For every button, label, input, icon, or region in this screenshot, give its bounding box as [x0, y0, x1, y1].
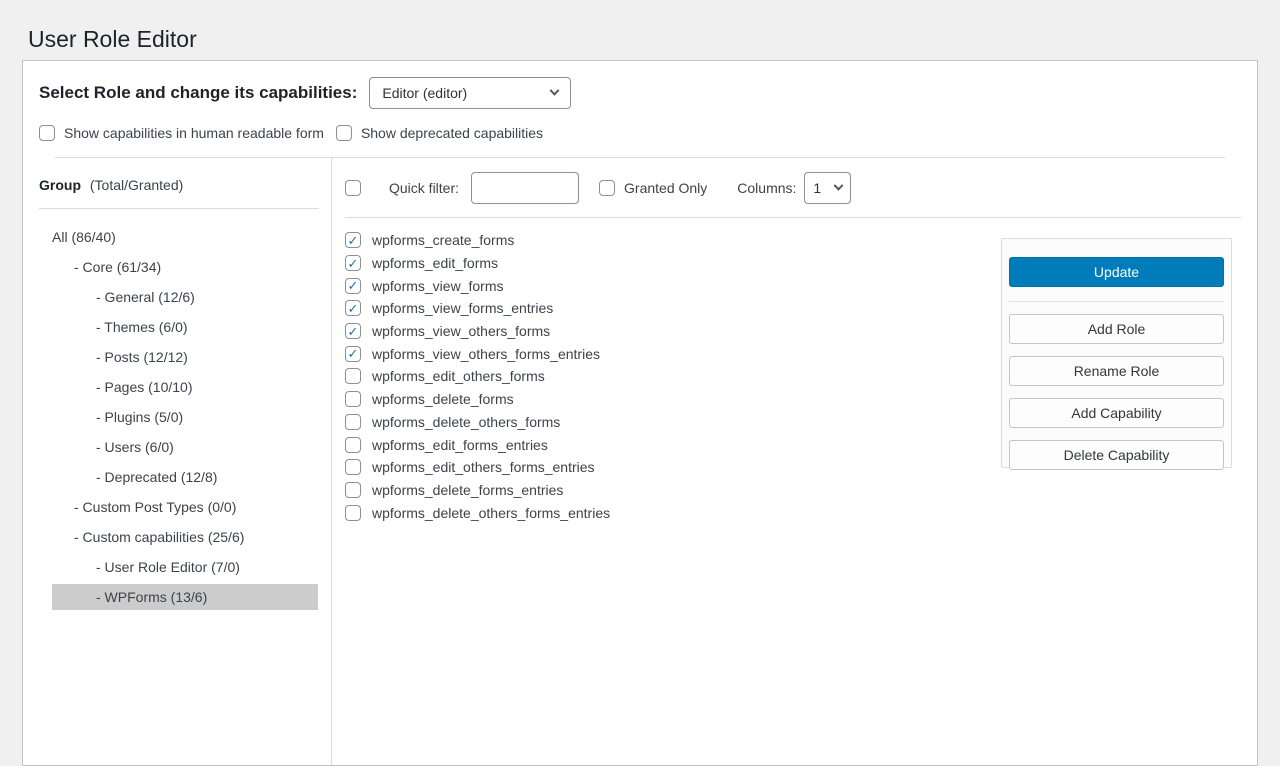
capability-row: wpforms_edit_forms	[345, 252, 1001, 275]
add-capability-button[interactable]: Add Capability	[1009, 398, 1224, 428]
group-tree-item[interactable]: - Posts (12/12)	[23, 342, 331, 372]
panel-divider	[1009, 301, 1224, 302]
columns-select[interactable]: 1	[804, 172, 851, 204]
capability-checkbox[interactable]	[345, 505, 361, 521]
capability-label[interactable]: wpforms_view_others_forms	[372, 323, 550, 339]
capability-checkbox[interactable]	[345, 368, 361, 384]
secondary-buttons: Add Role Rename Role Add Capability Delete …	[1009, 314, 1224, 470]
group-header-sub: (Total/Granted)	[90, 177, 183, 193]
group-tree-item[interactable]: - WPForms (13/6)	[52, 584, 318, 610]
columns-select-value: 1	[813, 180, 821, 196]
human-readable-checkbox[interactable]	[39, 125, 55, 141]
role-editor-panel: Select Role and change its capabilities:…	[22, 60, 1258, 766]
capability-row: wpforms_delete_others_forms_entries	[345, 501, 1001, 524]
capability-label[interactable]: wpforms_edit_forms	[372, 255, 498, 271]
show-deprecated-checkbox[interactable]	[336, 125, 352, 141]
actions-panel: Update Add Role Rename Role Add Capability…	[1001, 238, 1232, 468]
role-select[interactable]: Editor (editor)	[369, 77, 571, 109]
update-button[interactable]: Update	[1009, 257, 1224, 287]
group-tree-item[interactable]: - Custom Post Types (0/0)	[23, 492, 331, 522]
capability-row: wpforms_create_forms	[345, 229, 1001, 252]
chevron-down-icon	[550, 85, 560, 95]
granted-only-checkbox[interactable]	[599, 180, 615, 196]
human-readable-label[interactable]: Show capabilities in human readable form	[64, 125, 324, 141]
capability-label[interactable]: wpforms_delete_others_forms	[372, 414, 560, 430]
capability-label[interactable]: wpforms_edit_others_forms	[372, 368, 545, 384]
capabilities-list: wpforms_create_forms wpforms_edit_formswp…	[332, 218, 1001, 765]
capability-checkbox[interactable]	[345, 459, 361, 475]
columns-label: Columns:	[737, 180, 796, 196]
page-title: User Role Editor	[28, 25, 1280, 54]
capability-row: wpforms_delete_forms	[345, 388, 1001, 411]
delete-capability-button[interactable]: Delete Capability	[1009, 440, 1224, 470]
capability-row: wpforms_view_forms_entries	[345, 297, 1001, 320]
group-tree-item[interactable]: - Plugins (5/0)	[23, 402, 331, 432]
quick-filter-input[interactable]	[471, 172, 579, 204]
capability-label[interactable]: wpforms_view_others_forms_entries	[372, 346, 600, 362]
filter-bar: Quick filter: Granted Only Columns: 1	[345, 158, 1241, 218]
add-role-button[interactable]: Add Role	[1009, 314, 1224, 344]
group-tree-item[interactable]: - User Role Editor (7/0)	[23, 552, 331, 582]
capability-checkbox[interactable]	[345, 346, 361, 362]
group-tree-item[interactable]: - Pages (10/10)	[23, 372, 331, 402]
capability-label[interactable]: wpforms_delete_forms_entries	[372, 482, 563, 498]
capability-row: wpforms_edit_forms_entries	[345, 433, 1001, 456]
capability-checkbox[interactable]	[345, 482, 361, 498]
capability-label[interactable]: wpforms_delete_forms	[372, 391, 514, 407]
capability-label[interactable]: wpforms_view_forms_entries	[372, 300, 553, 316]
select-role-label: Select Role and change its capabilities:	[39, 83, 357, 103]
capability-checkbox[interactable]	[345, 300, 361, 316]
group-panel-header: Group (Total/Granted)	[39, 158, 319, 209]
quick-filter-label: Quick filter:	[389, 180, 459, 196]
capability-label[interactable]: wpforms_delete_others_forms_entries	[372, 505, 610, 521]
rename-role-button[interactable]: Rename Role	[1009, 356, 1224, 386]
capability-row: wpforms_view_others_forms_entries	[345, 342, 1001, 365]
group-tree-item[interactable]: - General (12/6)	[23, 282, 331, 312]
capability-label[interactable]: wpforms_create_forms	[372, 232, 514, 248]
capability-row: wpforms_edit_others_forms_entries	[345, 456, 1001, 479]
role-select-section: Select Role and change its capabilities:…	[23, 61, 1257, 158]
show-deprecated-label[interactable]: Show deprecated capabilities	[361, 125, 543, 141]
capability-row: wpforms_delete_others_forms	[345, 411, 1001, 434]
capability-row: wpforms_view_others_forms	[345, 320, 1001, 343]
role-select-value: Editor (editor)	[382, 85, 467, 101]
capability-checkbox[interactable]	[345, 391, 361, 407]
group-tree: All (86/40)- Core (61/34)- General (12/6…	[23, 209, 331, 612]
group-tree-item[interactable]: - Deprecated (12/8)	[23, 462, 331, 492]
capability-checkbox[interactable]	[345, 255, 361, 271]
capability-row: wpforms_view_forms	[345, 274, 1001, 297]
group-header-label: Group	[39, 177, 81, 193]
capability-checkbox[interactable]	[345, 437, 361, 453]
group-panel: Group (Total/Granted) All (86/40)- Core …	[23, 158, 332, 765]
granted-only-label[interactable]: Granted Only	[624, 180, 707, 196]
capability-checkbox[interactable]	[345, 232, 361, 248]
group-tree-item[interactable]: - Users (6/0)	[23, 432, 331, 462]
capability-checkbox[interactable]	[345, 323, 361, 339]
capability-checkbox[interactable]	[345, 414, 361, 430]
group-tree-item[interactable]: - Custom capabilities (25/6)	[23, 522, 331, 552]
group-tree-item[interactable]: All (86/40)	[23, 222, 331, 252]
capability-label[interactable]: wpforms_edit_others_forms_entries	[372, 459, 595, 475]
group-tree-item[interactable]: - Themes (6/0)	[23, 312, 331, 342]
select-all-checkbox[interactable]	[345, 180, 361, 196]
group-tree-item[interactable]: - Core (61/34)	[23, 252, 331, 282]
capability-label[interactable]: wpforms_edit_forms_entries	[372, 437, 548, 453]
capability-row: wpforms_delete_forms_entries	[345, 479, 1001, 502]
chevron-down-icon	[834, 180, 844, 190]
capability-label[interactable]: wpforms_view_forms	[372, 278, 503, 294]
capability-checkbox[interactable]	[345, 278, 361, 294]
capability-row: wpforms_edit_others_forms	[345, 365, 1001, 388]
